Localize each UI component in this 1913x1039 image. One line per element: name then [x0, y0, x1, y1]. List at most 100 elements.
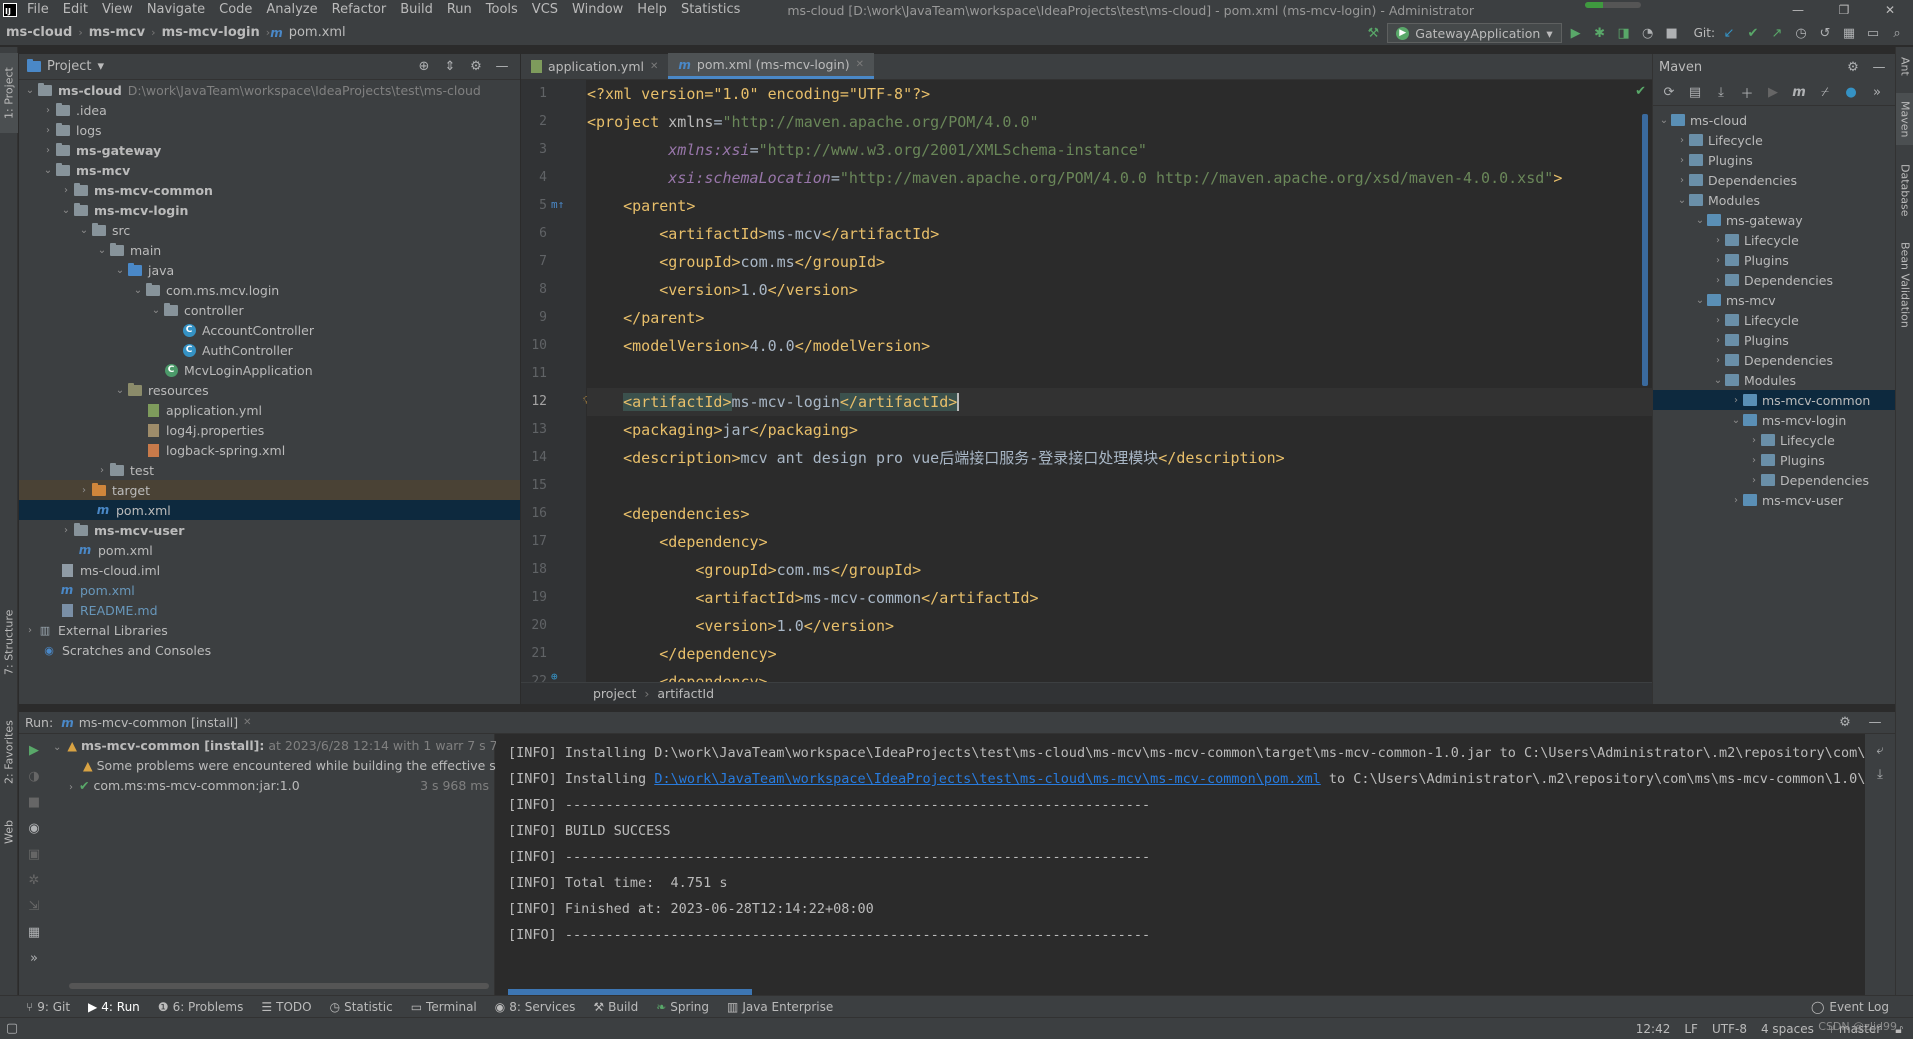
- chevron-right-icon[interactable]: ›: [1711, 275, 1725, 286]
- toggle-tool-windows-icon[interactable]: ▢: [2, 1019, 22, 1039]
- override-parent-icon[interactable]: m↑: [551, 198, 564, 211]
- tree-item-ms-cloud[interactable]: ⌄ ms-cloud D:\work\JavaTeam\workspace\Idea…: [19, 80, 520, 100]
- menu-help[interactable]: Help: [630, 0, 674, 20]
- breadcrumb-artifactid[interactable]: artifactId: [657, 686, 714, 701]
- chevron-down-icon[interactable]: ⌄: [1657, 115, 1671, 126]
- maven-item-ms-gateway[interactable]: ⌄ ms-gateway: [1653, 210, 1895, 230]
- chevron-right-icon[interactable]: ›: [41, 145, 55, 156]
- project-panel-title[interactable]: Project: [47, 59, 91, 74]
- chevron-down-icon[interactable]: ⌄: [113, 265, 127, 276]
- close-icon[interactable]: ✕: [856, 59, 864, 70]
- locate-icon[interactable]: ⊕: [414, 57, 434, 77]
- menu-edit[interactable]: Edit: [56, 0, 95, 20]
- chevron-down-icon[interactable]: ⌄: [1729, 415, 1743, 426]
- tool-services[interactable]: ◉ 8: Services: [495, 1000, 576, 1014]
- tool-build[interactable]: ⚒ Build: [593, 1000, 638, 1014]
- debug-icon[interactable]: ✱: [1590, 23, 1610, 43]
- search-icon[interactable]: ⌕: [1887, 23, 1907, 43]
- horizontal-scrollbar[interactable]: [69, 983, 489, 989]
- close-window-button[interactable]: ✕: [1867, 0, 1913, 20]
- tool-tab-project[interactable]: 1: Project: [0, 53, 18, 133]
- nav-crumb-ms-mcv-login[interactable]: ms-mcv-login: [156, 25, 266, 40]
- tree-item-ms-cloud-iml[interactable]: ms-cloud.iml: [19, 560, 520, 580]
- tree-item-main[interactable]: ⌄ main: [19, 240, 520, 260]
- chevron-down-icon[interactable]: ⌄: [113, 385, 127, 396]
- eye-icon[interactable]: ◉: [24, 818, 44, 838]
- tree-item-src[interactable]: ⌄ src: [19, 220, 520, 240]
- toggle-offline-icon[interactable]: ⌿: [1815, 83, 1835, 103]
- chevron-right-icon[interactable]: ›: [1675, 175, 1689, 186]
- menu-navigate[interactable]: Navigate: [140, 0, 212, 20]
- chevron-right-icon[interactable]: ›: [1711, 315, 1725, 326]
- maven-item-modules[interactable]: ⌄ Modules: [1653, 190, 1895, 210]
- gear-icon[interactable]: ⚙: [1843, 57, 1863, 77]
- profile-icon[interactable]: ◔: [1638, 23, 1658, 43]
- close-icon[interactable]: ✕: [243, 717, 251, 728]
- maven-item-dependencies[interactable]: › Dependencies: [1653, 170, 1895, 190]
- tree-item-resources[interactable]: ⌄ resources: [19, 380, 520, 400]
- menu-code[interactable]: Code: [212, 0, 259, 20]
- tree-item-idea[interactable]: › .idea: [19, 100, 520, 120]
- menu-refactor[interactable]: Refactor: [325, 0, 394, 20]
- tree-item-readme[interactable]: README.md: [19, 600, 520, 620]
- soft-wrap-icon[interactable]: ⤶: [1870, 740, 1890, 760]
- presentation-icon[interactable]: ▭: [1863, 23, 1883, 43]
- maven-item-plugins[interactable]: › Plugins: [1653, 150, 1895, 170]
- tool-statistic[interactable]: ◷ Statistic: [330, 1000, 393, 1014]
- maven-item-modules[interactable]: ⌄ Modules: [1653, 370, 1895, 390]
- menu-tools[interactable]: Tools: [479, 0, 525, 20]
- chevron-down-icon[interactable]: ⌄: [1675, 195, 1689, 206]
- tool-tab-database[interactable]: Database: [1896, 155, 1913, 225]
- skip-tests-icon[interactable]: ●: [1841, 83, 1861, 103]
- tool-git[interactable]: ⑂ 9: Git: [26, 1000, 70, 1014]
- hide-icon[interactable]: —: [492, 57, 512, 77]
- maven-item-ms-mcv-common[interactable]: › ms-mcv-common: [1653, 390, 1895, 410]
- tree-item-external-libraries[interactable]: › ▥ External Libraries: [19, 620, 520, 640]
- chevron-down-icon[interactable]: ⌄: [1693, 295, 1707, 306]
- chevron-right-icon[interactable]: ›: [1675, 155, 1689, 166]
- chevron-down-icon[interactable]: ⌄: [59, 205, 73, 216]
- caret-position[interactable]: 12:42: [1636, 1022, 1671, 1036]
- collapse-all-icon[interactable]: ⇕: [440, 57, 460, 77]
- git-push-icon[interactable]: ↗: [1767, 23, 1787, 43]
- breadcrumb-project[interactable]: project: [593, 686, 636, 701]
- maven-item-dependencies[interactable]: › Dependencies: [1653, 470, 1895, 490]
- indent-setting[interactable]: 4 spaces: [1761, 1022, 1814, 1036]
- tree-item-pom-xml-mcv[interactable]: m pom.xml: [19, 540, 520, 560]
- hide-icon[interactable]: —: [1865, 713, 1885, 733]
- chevron-right-icon[interactable]: ›: [1729, 495, 1743, 506]
- gear-icon[interactable]: ⚙: [1835, 713, 1855, 733]
- chevron-right-icon[interactable]: ›: [1747, 435, 1761, 446]
- more-icon[interactable]: »: [24, 948, 44, 968]
- run-icon[interactable]: ▶: [1566, 23, 1586, 43]
- run-tree-child[interactable]: › ✔ com.ms:ms-mcv-common:jar:1.0 3 s 968 …: [49, 776, 495, 796]
- tool-spring[interactable]: ❧ Spring: [656, 1000, 709, 1014]
- settings-icon[interactable]: ✲: [24, 870, 44, 890]
- tab-pom-xml[interactable]: m pom.xml (ms-mcv-login) ✕: [668, 53, 875, 79]
- git-commit-icon[interactable]: ✔: [1743, 23, 1763, 43]
- tree-item-ms-mcv-user[interactable]: › ms-mcv-user: [19, 520, 520, 540]
- maven-item-ms-mcv[interactable]: ⌄ ms-mcv: [1653, 290, 1895, 310]
- tool-tab-bean-validation[interactable]: Bean Validation: [1896, 235, 1913, 335]
- chevron-right-icon[interactable]: ›: [77, 485, 91, 496]
- tool-tab-maven[interactable]: Maven: [1896, 93, 1913, 145]
- chevron-right-icon[interactable]: ›: [1711, 335, 1725, 346]
- code-editor[interactable]: <?xml version="1.0" encoding="UTF-8"?> <…: [587, 80, 1656, 682]
- chevron-right-icon[interactable]: ›: [1747, 475, 1761, 486]
- restore-button[interactable]: ❐: [1821, 0, 1867, 20]
- tool-tab-ant[interactable]: Ant: [1896, 51, 1913, 81]
- tree-item-pom-xml-root[interactable]: m pom.xml: [19, 580, 520, 600]
- tool-terminal[interactable]: ▭ Terminal: [411, 1000, 477, 1014]
- rollback-icon[interactable]: ↺: [1815, 23, 1835, 43]
- menu-statistics[interactable]: Statistics: [674, 0, 747, 20]
- tool-todo[interactable]: ☰ TODO: [261, 1000, 311, 1014]
- minimize-button[interactable]: —: [1775, 0, 1821, 20]
- stop-icon[interactable]: ■: [24, 792, 44, 812]
- maven-item-lifecycle[interactable]: › Lifecycle: [1653, 130, 1895, 150]
- project-structure-icon[interactable]: ▦: [1839, 23, 1859, 43]
- maven-item-plugins[interactable]: › Plugins: [1653, 250, 1895, 270]
- stop-icon[interactable]: ■: [1662, 23, 1682, 43]
- maven-item-dependencies[interactable]: › Dependencies: [1653, 350, 1895, 370]
- add-icon[interactable]: ＋: [1737, 83, 1757, 103]
- tree-item-ms-mcv-common[interactable]: › ms-mcv-common: [19, 180, 520, 200]
